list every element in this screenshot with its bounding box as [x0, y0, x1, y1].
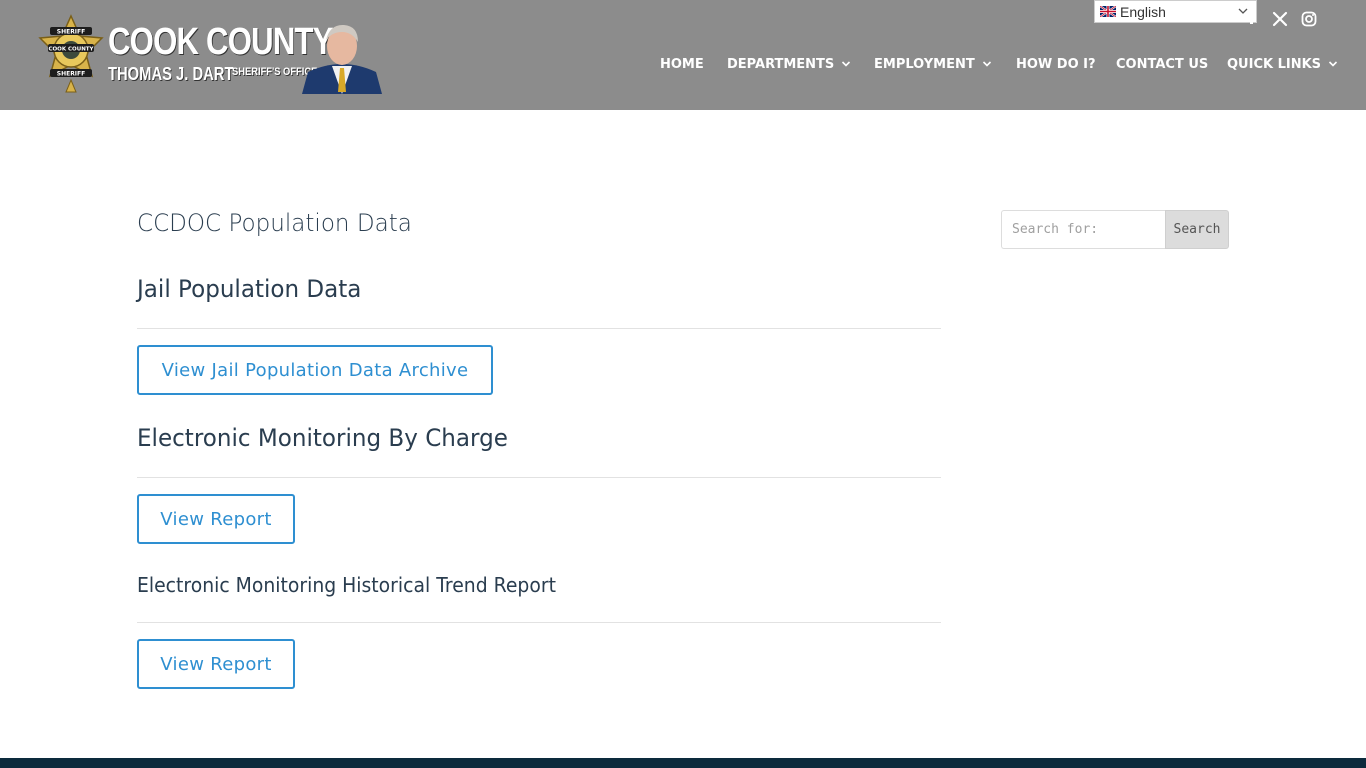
- chevron-down-icon: [842, 61, 851, 67]
- badge-mid-text: COOK COUNTY: [48, 47, 94, 53]
- badge-bottom-text: SHERIFF: [57, 71, 86, 78]
- nav-item-label: DEPARTMENTS: [727, 56, 835, 72]
- logo-title: COOK COUNTY: [108, 21, 333, 63]
- chevron-down-icon: [982, 61, 991, 67]
- chevron-down-icon: [1238, 8, 1248, 14]
- site-footer: [0, 758, 1366, 768]
- page-title: CCDOC Population Data: [137, 209, 412, 237]
- section-heading-electronic-monitoring: Electronic Monitoring By Charge: [137, 424, 508, 452]
- site-logo[interactable]: SHERIFF COOK COUNTY SHERIFF COOK COUNTY …: [36, 14, 382, 94]
- section-heading-historical-trend: Electronic Monitoring Historical Trend R…: [137, 573, 556, 597]
- nav-item-label: EMPLOYMENT: [874, 56, 975, 72]
- nav-item-quick-links[interactable]: QUICK LINKS: [1227, 55, 1338, 73]
- nav-item-departments[interactable]: DEPARTMENTS: [727, 55, 851, 73]
- badge-top-text: SHERIFF: [57, 29, 86, 36]
- nav-item-label: HOME: [660, 56, 704, 72]
- search-button[interactable]: Search: [1165, 210, 1229, 249]
- nav-item-how-do-i[interactable]: HOW DO I?: [1016, 55, 1096, 73]
- instagram-icon[interactable]: [1301, 11, 1317, 27]
- uk-flag-icon: [1100, 6, 1116, 17]
- logo-subtitle: THOMAS J. DART: [108, 64, 234, 84]
- section-divider: [137, 328, 941, 329]
- nav-item-label: QUICK LINKS: [1227, 56, 1322, 72]
- view-trend-report-button[interactable]: View Report: [137, 639, 295, 689]
- nav-item-employment[interactable]: EMPLOYMENT: [874, 55, 992, 73]
- chevron-down-icon: [1328, 61, 1338, 67]
- facebook-icon[interactable]: [1250, 21, 1253, 24]
- section-heading-jail-population: Jail Population Data: [137, 275, 362, 303]
- sheriff-portrait-image: [302, 24, 382, 94]
- language-selected-label: English: [1120, 3, 1166, 20]
- section-divider: [137, 622, 941, 623]
- sheriff-star-badge-icon: SHERIFF COOK COUNTY SHERIFF: [38, 14, 104, 93]
- search-input[interactable]: [1001, 210, 1167, 249]
- nav-item-home[interactable]: HOME: [660, 55, 704, 73]
- nav-item-contact-us[interactable]: CONTACT US: [1116, 55, 1208, 73]
- nav-item-label: CONTACT US: [1116, 56, 1209, 72]
- nav-item-label: HOW DO I?: [1016, 56, 1096, 72]
- section-divider: [137, 477, 941, 478]
- view-report-button[interactable]: View Report: [137, 494, 295, 544]
- view-jail-archive-button[interactable]: View Jail Population Data Archive: [137, 345, 493, 395]
- language-select[interactable]: English: [1094, 0, 1257, 23]
- site-header: SHERIFF COOK COUNTY SHERIFF COOK COUNTY …: [0, 0, 1366, 110]
- x-twitter-icon[interactable]: [1272, 11, 1288, 27]
